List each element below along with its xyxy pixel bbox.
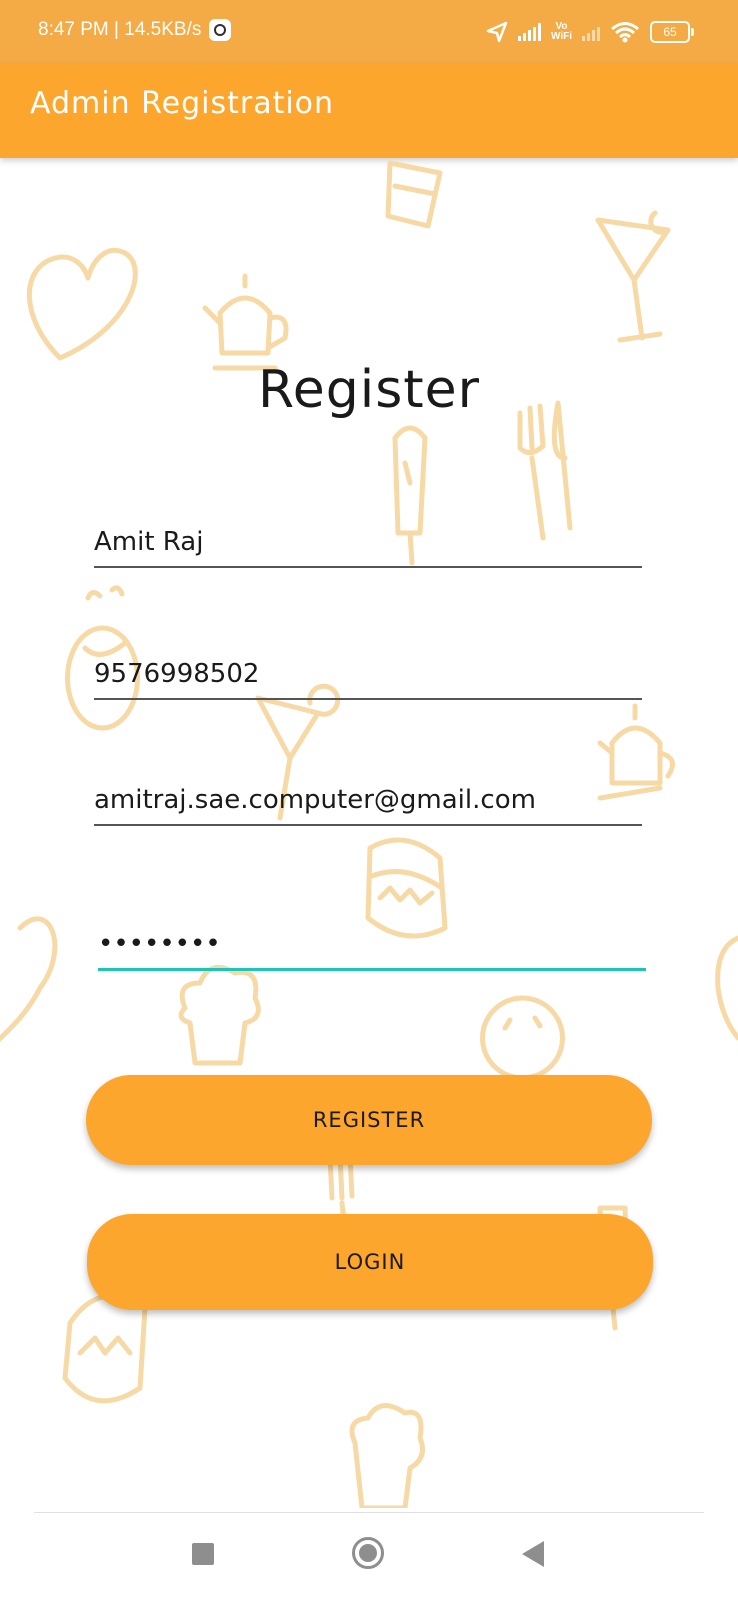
status-time-speed: 8:47 PM | 14.5KB/s xyxy=(38,19,202,40)
password-input[interactable] xyxy=(98,920,646,968)
email-input[interactable] xyxy=(94,776,642,824)
status-bar: 8:47 PM | 14.5KB/s Vo WiFi 65 xyxy=(0,0,738,64)
phone-field[interactable] xyxy=(94,650,642,700)
knife-doodle xyxy=(551,400,573,531)
status-right: Vo WiFi 65 xyxy=(486,14,694,50)
teapot-doodle xyxy=(202,273,289,371)
wifi-icon xyxy=(611,22,639,43)
signal-no-service-icon xyxy=(582,23,600,41)
recents-square-icon[interactable] xyxy=(192,1543,214,1565)
email-field[interactable] xyxy=(94,776,642,826)
cocktail-doodle xyxy=(595,210,671,343)
password-field[interactable] xyxy=(98,920,646,971)
login-button[interactable]: LOGIN xyxy=(87,1214,653,1310)
register-heading: Register xyxy=(257,360,481,420)
app-bar: Admin Registration xyxy=(0,64,738,158)
smiley-doodle-2 xyxy=(480,995,565,1081)
cake-slice-doodle xyxy=(385,160,443,229)
register-button[interactable]: REGISTER xyxy=(86,1075,652,1165)
back-triangle-icon[interactable] xyxy=(522,1541,544,1567)
battery-level: 65 xyxy=(663,25,677,39)
name-input[interactable] xyxy=(94,518,642,566)
location-arrow-icon xyxy=(486,21,508,43)
status-left: 8:47 PM | 14.5KB/s xyxy=(38,19,232,41)
heart-doodle-3 xyxy=(715,935,738,1041)
app-bar-title: Admin Registration xyxy=(30,86,335,121)
phone-input[interactable] xyxy=(94,650,642,698)
chef-hat-doodle xyxy=(178,964,261,1066)
signal-icon xyxy=(517,23,541,41)
heart-doodle-2 xyxy=(0,916,58,1042)
heart-doodle xyxy=(26,248,138,361)
home-circle-icon[interactable] xyxy=(352,1537,384,1569)
name-field[interactable] xyxy=(94,518,642,568)
vowifi-bottom-label: WiFi xyxy=(550,31,572,42)
battery-icon: 65 xyxy=(650,21,694,43)
vowifi-icon: Vo WiFi xyxy=(551,22,572,42)
app-notification-icon xyxy=(209,19,232,41)
chef-hat-doodle-2 xyxy=(349,1403,425,1508)
navigation-bar xyxy=(0,1513,738,1600)
hotdog-doodle-2 xyxy=(62,1293,148,1404)
